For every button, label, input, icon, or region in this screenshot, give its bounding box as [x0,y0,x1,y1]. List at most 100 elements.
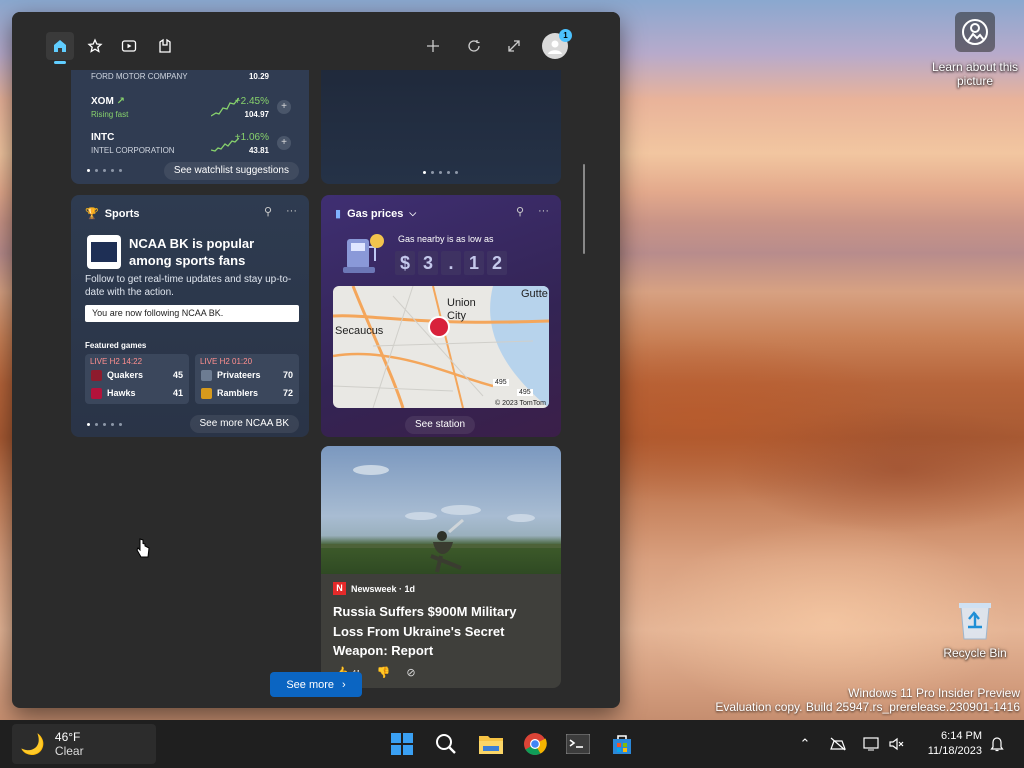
home-icon[interactable] [46,32,74,64]
sports-body: Follow to get real-time updates and stay… [85,274,292,298]
add-to-watchlist-button[interactable]: + [277,136,291,150]
see-more-button[interactable]: See more › [270,672,362,697]
sports-title: Sports [104,207,140,220]
team-logo-icon [201,370,212,381]
file-explorer-icon[interactable] [475,728,507,760]
stock-change: +1.06% [234,132,269,143]
newsweek-logo-icon: N [333,582,346,595]
team-score: 45 [172,370,183,380]
team-name: Ramblers [217,388,259,398]
card-actions: ⚲ ··· [516,205,549,218]
ncaa-logo [87,235,121,269]
add-icon[interactable] [419,32,447,60]
notification-bell-icon[interactable] [984,728,1010,760]
gas-station-illustration [343,234,384,273]
stock-row-intc[interactable]: INTC INTEL CORPORATION +1.06% 43.81 + [91,128,297,160]
weather-temperature: 46°F [54,730,81,744]
price-digit: 1 [464,251,484,275]
stock-row-xom[interactable]: XOM ↗ Rising fast +2.45% 104.97 + [91,92,297,124]
stock-price: 104.97 [244,110,269,119]
gas-station-pin-icon[interactable] [428,316,450,338]
team-score: 72 [282,388,293,398]
refresh-icon[interactable] [460,32,488,60]
map-label-secaucus: Secaucus [335,325,384,337]
expand-icon[interactable] [500,32,528,60]
build-watermark: Windows 11 Pro Insider Preview Evaluatio… [715,686,1020,714]
price-digit: $ [395,251,415,275]
panel-scrollbar[interactable] [583,164,585,254]
learn-about-picture-icon[interactable]: Learn about this picture [930,12,1020,88]
weather-widget-button[interactable]: 🌙 46°F Clear [12,724,156,764]
favorites-icon[interactable] [81,32,109,60]
trophy-icon: 🏆 [85,208,99,220]
stock-subtitle: Rising fast [91,110,129,119]
team-score: 41 [172,388,183,398]
team-logo-icon [91,388,102,399]
learn-label: Learn about this picture [931,60,1019,88]
news-source: N Newsweek · 1d [333,582,415,595]
stock-price: 43.81 [248,146,269,155]
stock-subtitle: INTEL CORPORATION [91,146,175,155]
game-status: LIVE H2 14:22 [90,357,143,366]
widgets-toolbar: 1 [12,12,620,70]
dislike-icon[interactable]: 👎 [377,666,391,679]
mouse-cursor-icon [136,538,150,563]
terminal-icon[interactable] [562,728,594,760]
more-icon[interactable]: ··· [286,205,297,218]
monitor-icon[interactable] [858,728,884,760]
map-label-union-city: Union City [447,297,476,322]
hide-story-icon[interactable]: ⊘ [406,666,415,679]
system-clock[interactable]: 6:14 PM 11/18/2023 [906,729,982,759]
gas-header[interactable]: ▮ Gas prices ⌵ [335,207,416,221]
game-card-1[interactable]: LIVE H2 14:22 Quakers 45 Hawks 41 [85,354,189,404]
carousel-dots[interactable] [87,169,122,172]
watermark-line-2: Evaluation copy. Build 25947.rs_prerelea… [715,700,1020,714]
pin-icon[interactable]: ⚲ [264,205,272,218]
team-logo-icon [91,370,102,381]
sports-headline[interactable]: NCAA BK is popular among sports fans [129,235,299,269]
gas-prices-card[interactable]: ▮ Gas prices ⌵ ⚲ ··· Gas nearby is as lo… [321,195,561,437]
more-icon[interactable]: ··· [538,205,549,218]
see-watchlist-suggestions-button[interactable]: See watchlist suggestions [163,162,299,180]
start-icon[interactable] [386,728,418,760]
see-station-button[interactable]: See station [405,416,476,434]
chrome-icon[interactable] [519,728,551,760]
map-route-495: 495 [493,379,509,386]
store-icon[interactable] [606,728,638,760]
map-copyright: © 2023 TomTom [495,400,546,407]
team-score: 70 [282,370,293,380]
watermark-line-1: Windows 11 Pro Insider Preview [848,686,1020,700]
news-card[interactable]: N Newsweek · 1d Russia Suffers $900M Mil… [321,446,561,688]
team-name: Hawks [107,388,136,398]
user-avatar[interactable]: 1 [542,29,572,59]
notification-badge: 1 [559,29,572,42]
carousel-dots[interactable] [423,171,458,174]
gas-price-display: $ 3 . 1 2 [395,251,507,275]
gas-station-map[interactable]: Union City Secaucus Gutte 495 495 © 2023… [333,286,549,408]
see-more-ncaa-button[interactable]: See more NCAA BK [189,415,299,433]
stock-name: FORD MOTOR COMPANY [91,72,188,81]
carousel-dots[interactable] [87,423,122,426]
game-card-2[interactable]: LIVE H2 01:20 Privateers 70 Ramblers 72 [195,354,299,404]
gas-pump-icon: ▮ [335,208,342,220]
recycle-bin-icon[interactable]: Recycle Bin [930,598,1020,660]
pin-icon[interactable]: ⚲ [516,205,524,218]
price-digit: 3 [418,251,438,275]
network-disconnected-icon[interactable] [825,728,851,760]
price-digit: . [441,251,461,275]
featured-games-label: Featured games [85,341,147,350]
add-to-watchlist-button[interactable]: + [277,100,291,114]
news-headline[interactable]: Russia Suffers $900M Military Loss From … [333,602,543,661]
camera-location-icon [955,12,995,52]
chevron-up-icon[interactable]: ⌃ [792,728,818,760]
gas-title: Gas prices [347,207,404,220]
sports-card[interactable]: 🏆 Sports ⚲ ··· NCAA BK is popular among … [71,195,309,437]
games-icon[interactable] [151,32,179,60]
news-source-label: Newsweek · 1d [351,583,416,594]
taskbar: 🌙 46°F Clear ⌃ 6:14 PM 11/18/2023 [0,720,1024,768]
video-icon[interactable] [115,32,143,60]
search-icon[interactable] [430,728,462,760]
card-actions: ⚲ ··· [264,205,297,218]
following-field: You are now following NCAA BK. [85,305,299,322]
recycle-bin-graphic [955,598,995,642]
